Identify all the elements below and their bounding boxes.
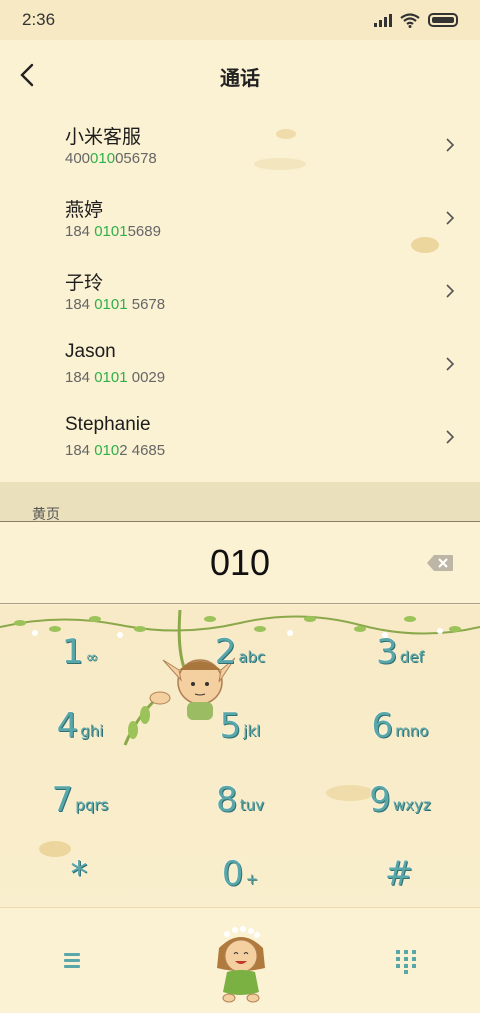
- key-hash[interactable]: #: [320, 837, 480, 907]
- key-0[interactable]: 0 +: [160, 837, 320, 907]
- contact-name: 小米客服: [65, 127, 142, 148]
- digits-display: 010: [0, 522, 480, 604]
- chevron-right-icon: [446, 284, 455, 298]
- chevron-right-icon: [446, 430, 455, 444]
- bottom-bar: [0, 907, 480, 1013]
- key-1[interactable]: 1 ∞: [0, 615, 160, 689]
- key-9[interactable]: 9 wxyz: [320, 763, 480, 837]
- wifi-icon: [400, 12, 420, 28]
- contact-row[interactable]: 燕婷 184 01015689: [0, 183, 480, 256]
- dialpad-icon[interactable]: [394, 948, 418, 974]
- key-star[interactable]: *: [0, 837, 160, 907]
- contact-row[interactable]: 子玲 184 0101 5678: [0, 256, 480, 329]
- chevron-right-icon: [446, 357, 455, 371]
- chevron-right-icon: [446, 138, 455, 152]
- status-bar: 2:36: [0, 0, 480, 40]
- contact-name: 子玲: [65, 273, 104, 294]
- key-4[interactable]: 4 ghi: [0, 689, 160, 763]
- contact-number: 184 01015689: [65, 223, 161, 240]
- contact-number: 184 0101 0029: [65, 369, 166, 386]
- header: 通话: [0, 40, 480, 110]
- backspace-icon[interactable]: [426, 554, 454, 572]
- yellow-pages-label: 黄页: [32, 507, 60, 523]
- contact-row[interactable]: Jason 184 0101 0029: [0, 329, 480, 402]
- key-3[interactable]: 3 def: [320, 615, 480, 689]
- dialpad: 1 ∞ 2 abc 3 def 4 ghi 5 jkl 6 mno 7 pqrs 8 tuv 9…: [0, 605, 480, 907]
- key-2[interactable]: 2 abc: [160, 615, 320, 689]
- signal-icon: [374, 13, 392, 27]
- contact-number: 184 0102 4685: [65, 442, 166, 459]
- contact-number: 40001005678: [65, 150, 157, 167]
- contact-row[interactable]: Stephanie 184 0102 4685: [0, 402, 480, 475]
- status-icons: [374, 12, 458, 28]
- key-8[interactable]: 8 tuv: [160, 763, 320, 837]
- contact-list: 小米客服 40001005678 燕婷 184 01015689 子玲 184 …: [0, 110, 480, 482]
- chevron-right-icon: [446, 211, 455, 225]
- dialed-digits: 010: [209, 542, 271, 583]
- contact-name: Stephanie: [65, 414, 151, 435]
- page-title: 通话: [220, 66, 260, 90]
- yellow-pages-section[interactable]: 黄页: [0, 482, 480, 523]
- call-elf-icon[interactable]: [205, 920, 277, 1006]
- battery-icon: [428, 13, 458, 27]
- menu-icon[interactable]: [60, 948, 88, 972]
- contact-row[interactable]: 小米客服 40001005678: [0, 110, 480, 183]
- contact-name: 燕婷: [65, 200, 104, 221]
- status-time: 2:36: [22, 10, 56, 29]
- contact-name: Jason: [65, 341, 116, 362]
- key-7[interactable]: 7 pqrs: [0, 763, 160, 837]
- key-6[interactable]: 6 mno: [320, 689, 480, 763]
- key-5[interactable]: 5 jkl: [160, 689, 320, 763]
- contact-number: 184 0101 5678: [65, 296, 166, 313]
